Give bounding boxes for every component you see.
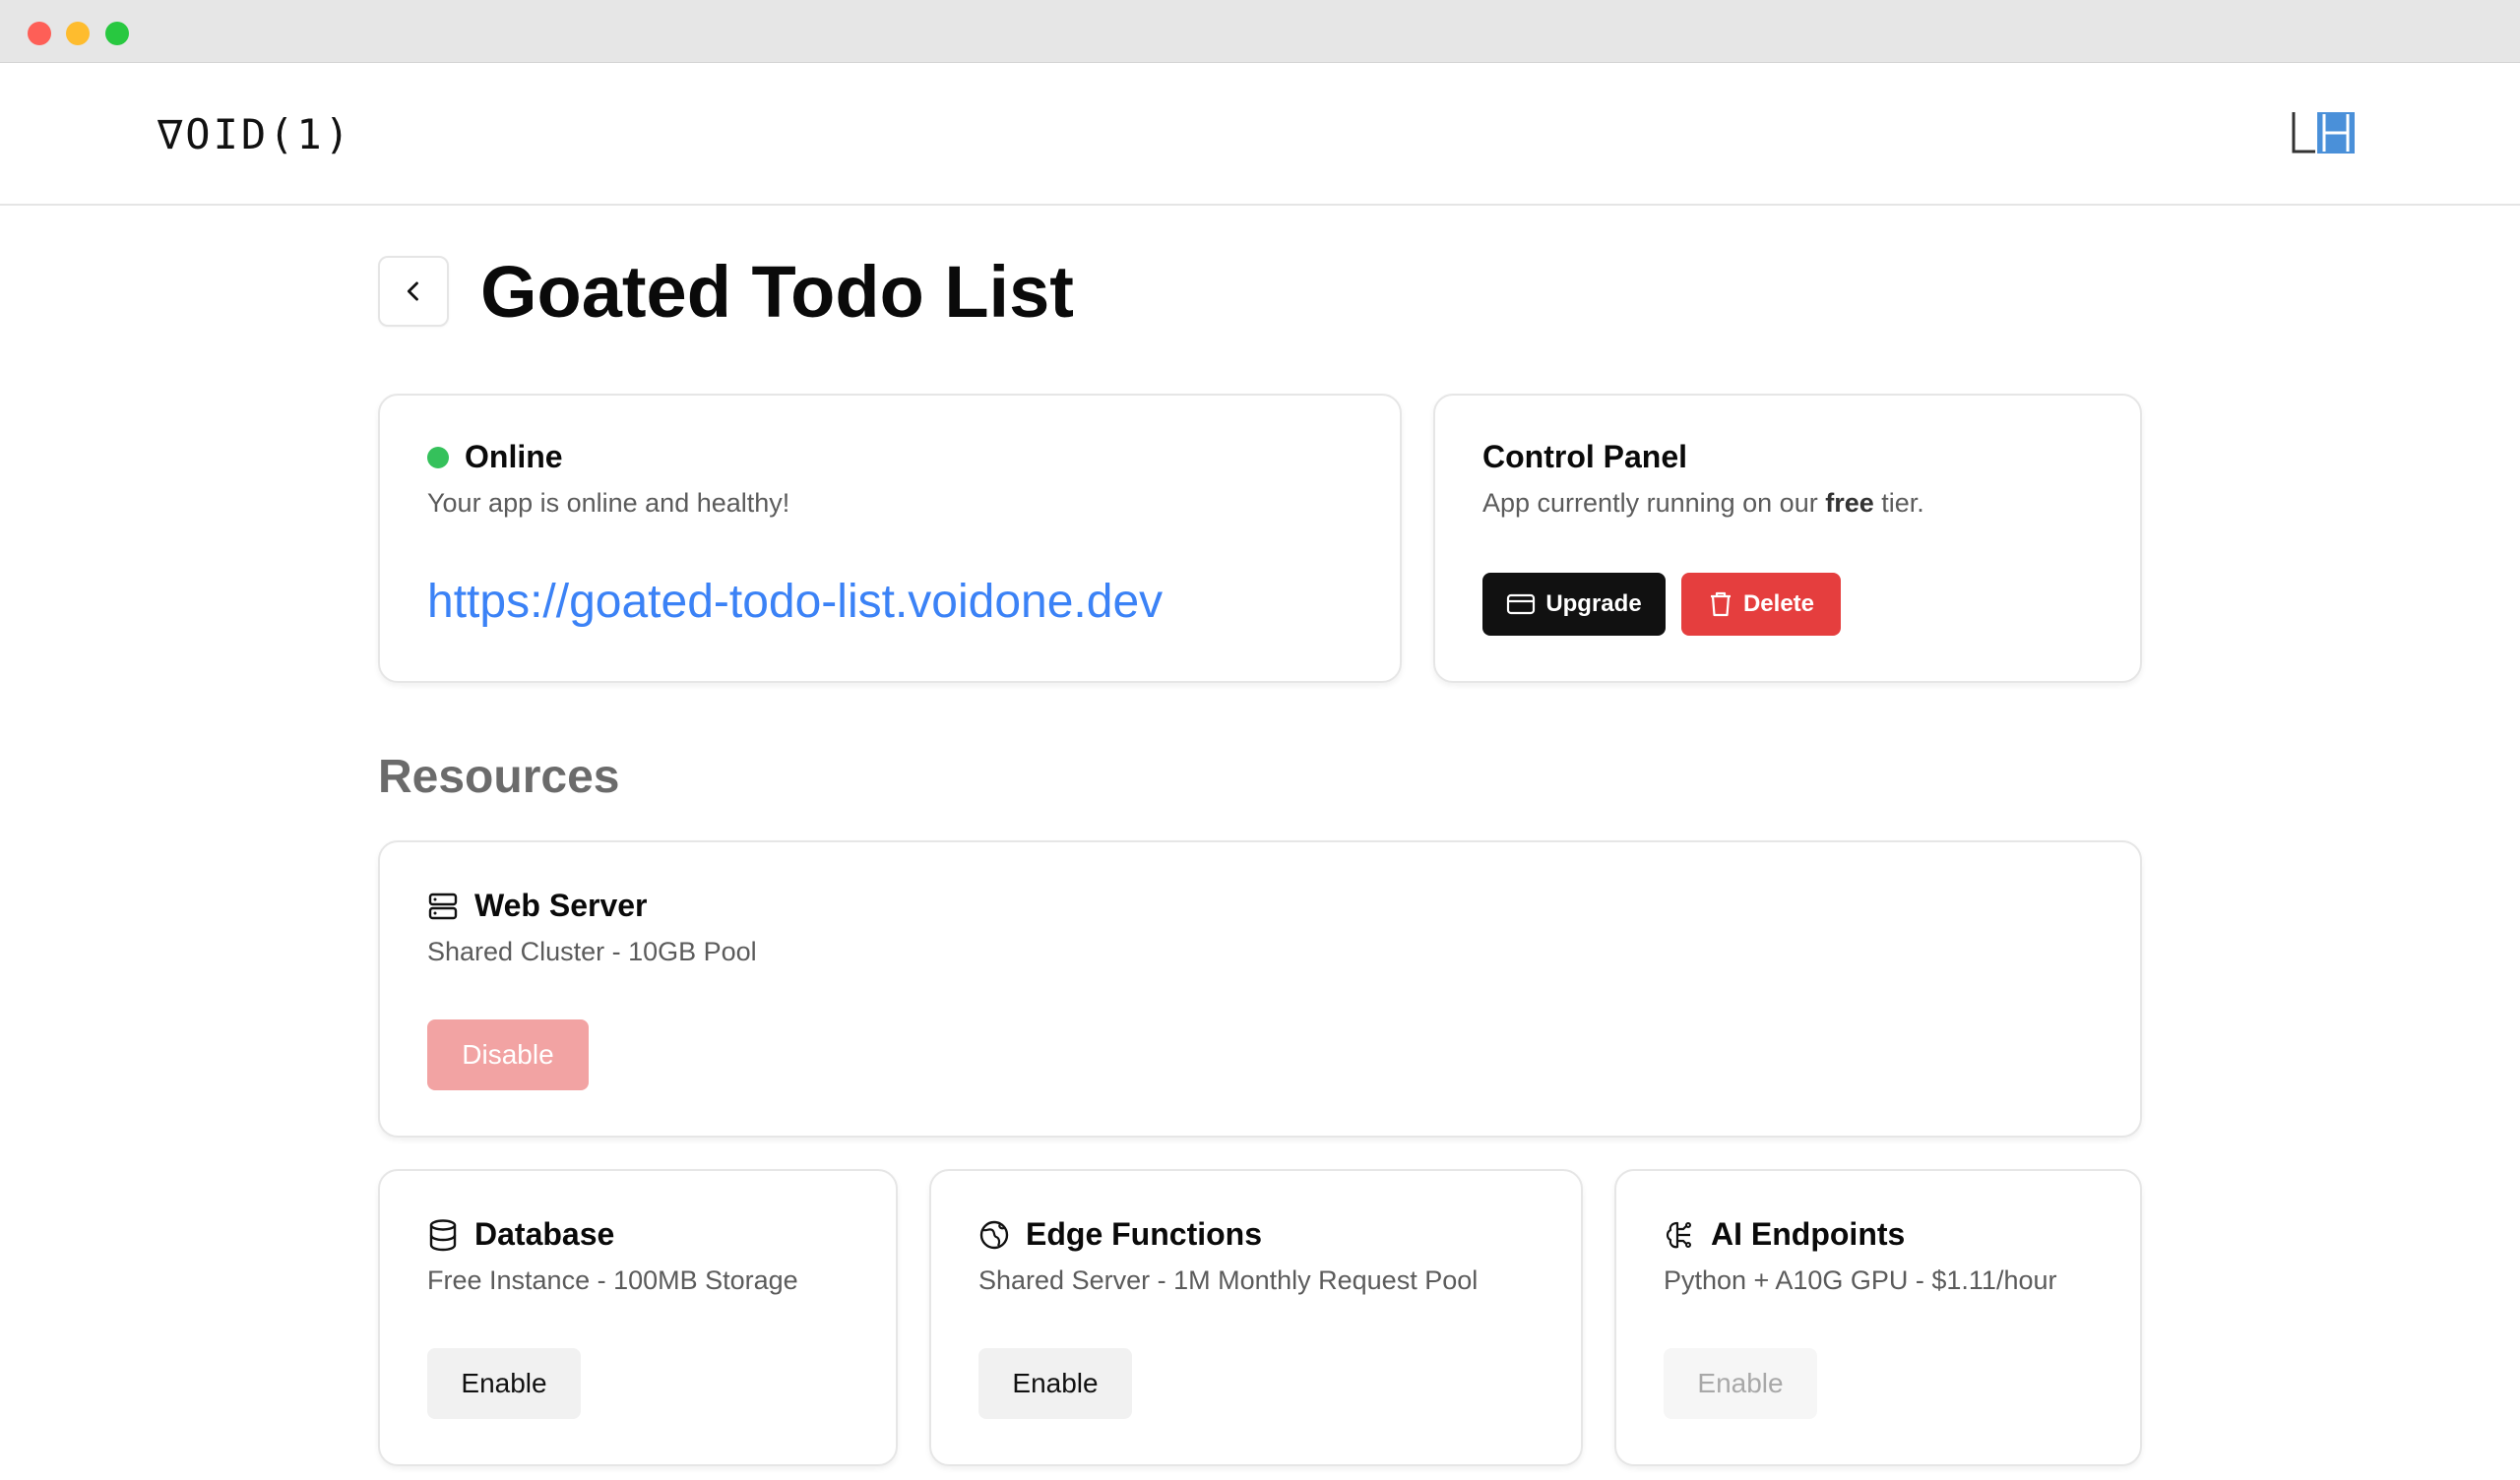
status-message: Your app is online and healthy! [427, 488, 790, 518]
ai-endpoints-enable-button[interactable]: Enable [1664, 1348, 1817, 1419]
tier-name: free [1825, 488, 1874, 518]
maximize-window-button[interactable] [105, 22, 129, 45]
web-server-title: Web Server [427, 888, 648, 924]
delete-label: Delete [1742, 590, 1815, 617]
database-icon [429, 1218, 457, 1251]
brain-circuit-icon [1666, 1221, 1691, 1248]
page-title: Goated Todo List [480, 251, 1074, 333]
web-server-disable-button[interactable]: Disable [427, 1019, 589, 1090]
ai-endpoints-title: AI Endpoints [1664, 1216, 1905, 1253]
credit-card-icon [1507, 593, 1536, 615]
ai-endpoints-card: AI Endpoints Python + A10G GPU - $1.11/h… [1614, 1169, 2142, 1466]
ai-endpoints-description: Python + A10G GPU - $1.11/hour [1664, 1265, 2057, 1295]
edge-functions-card: Edge Functions Shared Server - 1M Monthl… [929, 1169, 1583, 1466]
status-title: Online [427, 439, 563, 475]
control-panel-title: Control Panel [1482, 439, 1688, 474]
edge-functions-enable-button[interactable]: Enable [978, 1348, 1132, 1419]
delete-button[interactable]: Delete [1681, 573, 1841, 636]
trash-icon [1710, 591, 1731, 617]
edge-functions-label: Edge Functions [1026, 1216, 1262, 1252]
edge-functions-description: Shared Server - 1M Monthly Request Pool [978, 1265, 1479, 1295]
app-url-link[interactable]: https://goated-todo-list.voidone.dev [427, 575, 1163, 629]
close-window-button[interactable] [28, 22, 51, 45]
database-description: Free Instance - 100MB Storage [427, 1265, 798, 1295]
database-card: Database Free Instance - 100MB Storage E… [378, 1169, 898, 1466]
database-title: Database [427, 1216, 614, 1253]
web-server-card: Web Server Shared Cluster - 10GB Pool Di… [378, 840, 2142, 1138]
web-server-label: Web Server [474, 888, 648, 923]
status-online-indicator [427, 446, 449, 468]
minimize-window-button[interactable] [66, 22, 90, 45]
upgrade-label: Upgrade [1545, 590, 1642, 617]
globe-icon [979, 1220, 1009, 1249]
back-button[interactable] [378, 256, 449, 327]
top-navigation: ∇OID(1) [0, 63, 2520, 206]
window-titlebar [0, 0, 2520, 63]
user-avatar-logo-icon[interactable] [2292, 108, 2359, 157]
edge-functions-title: Edge Functions [978, 1216, 1262, 1253]
control-panel-message: App currently running on our free tier. [1482, 488, 1924, 519]
upgrade-button[interactable]: Upgrade [1482, 573, 1666, 636]
status-label: Online [465, 439, 563, 474]
chevron-left-icon [407, 281, 418, 301]
control-panel-card: Control Panel App currently running on o… [1433, 394, 2142, 683]
tier-message-suffix: tier. [1873, 488, 1924, 518]
ai-endpoints-label: AI Endpoints [1711, 1216, 1906, 1252]
resources-heading: Resources [378, 751, 620, 803]
web-server-description: Shared Cluster - 10GB Pool [427, 937, 757, 966]
brand-logo[interactable]: ∇OID(1) [158, 110, 352, 158]
status-card: Online Your app is online and healthy! h… [378, 394, 1402, 683]
database-enable-button[interactable]: Enable [427, 1348, 581, 1419]
tier-message-prefix: App currently running on our [1482, 488, 1826, 518]
database-label: Database [474, 1216, 615, 1252]
server-icon [428, 893, 458, 919]
